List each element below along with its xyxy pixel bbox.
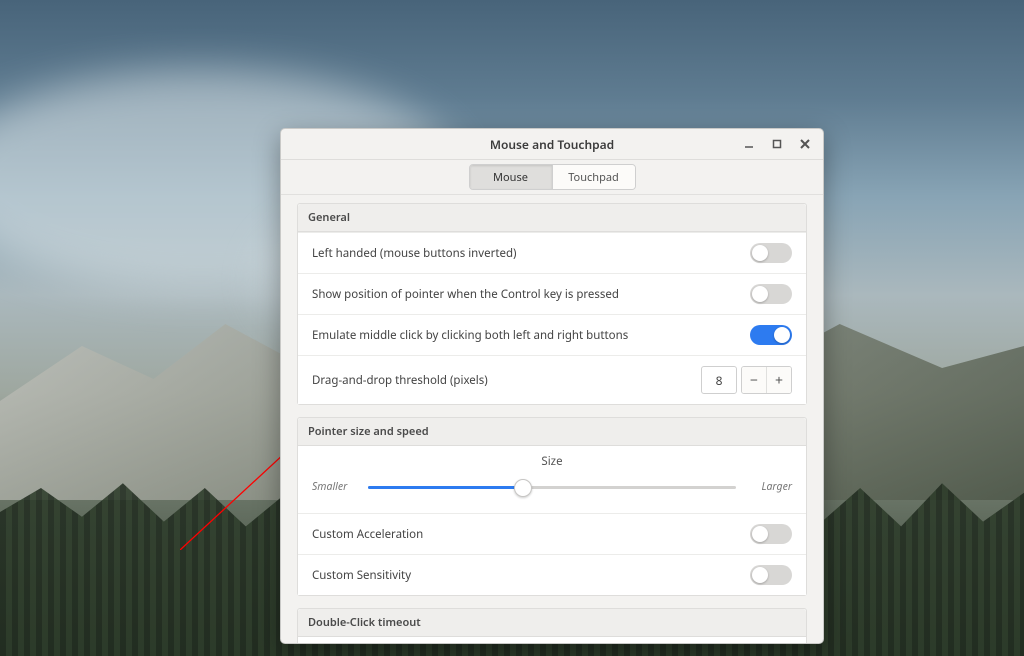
close-button[interactable] [792,133,818,155]
left-handed-toggle[interactable] [750,243,792,263]
tab-touchpad[interactable]: Touchpad [552,165,635,189]
tab-bar: Mouse Touchpad [281,160,823,195]
panel-pointer-header: Pointer size and speed [298,418,806,446]
drag-threshold-value[interactable]: 8 [701,366,737,394]
pointer-size-min-label: Smaller [312,480,356,494]
pointer-size-block: Size Smaller Larger [298,446,806,513]
drag-threshold-label: Drag-and-drop threshold (pixels) [312,373,701,388]
content-area: General Left handed (mouse buttons inver… [281,195,823,643]
drag-threshold-increment[interactable]: + [766,367,791,393]
pointer-size-title: Size [312,454,792,469]
desktop-wallpaper: Mouse and Touchpad Mouse Touchpad [0,0,1024,656]
custom-accel-label: Custom Acceleration [312,527,750,542]
emulate-middle-toggle[interactable] [750,325,792,345]
settings-window: Mouse and Touchpad Mouse Touchpad [280,128,824,644]
show-pointer-label: Show position of pointer when the Contro… [312,287,750,302]
show-pointer-toggle[interactable] [750,284,792,304]
panel-doubleclick-header: Double-Click timeout [298,609,806,637]
maximize-icon [772,139,782,149]
left-handed-label: Left handed (mouse buttons inverted) [312,246,750,261]
row-drag-threshold: Drag-and-drop threshold (pixels) 8 − + [298,355,806,404]
custom-accel-toggle[interactable] [750,524,792,544]
doubleclick-timeout-block: Timeout Short Long [298,637,806,643]
close-icon [800,139,810,149]
panel-doubleclick: Double-Click timeout Timeout Short Long … [297,608,807,643]
custom-sens-label: Custom Sensitivity [312,568,750,583]
panel-general-header: General [298,204,806,232]
row-emulate-middle: Emulate middle click by clicking both le… [298,314,806,355]
panel-general: General Left handed (mouse buttons inver… [297,203,807,405]
custom-sens-toggle[interactable] [750,565,792,585]
drag-threshold-decrement[interactable]: − [742,367,766,393]
tab-mouse[interactable]: Mouse [470,165,552,189]
emulate-middle-label: Emulate middle click by clicking both le… [312,328,750,343]
drag-threshold-spinner: 8 − + [701,366,792,394]
window-title: Mouse and Touchpad [490,136,614,153]
row-show-pointer: Show position of pointer when the Contro… [298,273,806,314]
maximize-button[interactable] [764,133,790,155]
panel-pointer: Pointer size and speed Size Smaller Larg… [297,417,807,596]
pointer-size-max-label: Larger [748,480,792,494]
row-custom-accel: Custom Acceleration [298,513,806,554]
row-custom-sens: Custom Sensitivity [298,554,806,595]
row-left-handed: Left handed (mouse buttons inverted) [298,232,806,273]
minimize-button[interactable] [736,133,762,155]
titlebar: Mouse and Touchpad [281,129,823,160]
pointer-size-slider[interactable] [368,477,736,497]
minimize-icon [744,139,754,149]
